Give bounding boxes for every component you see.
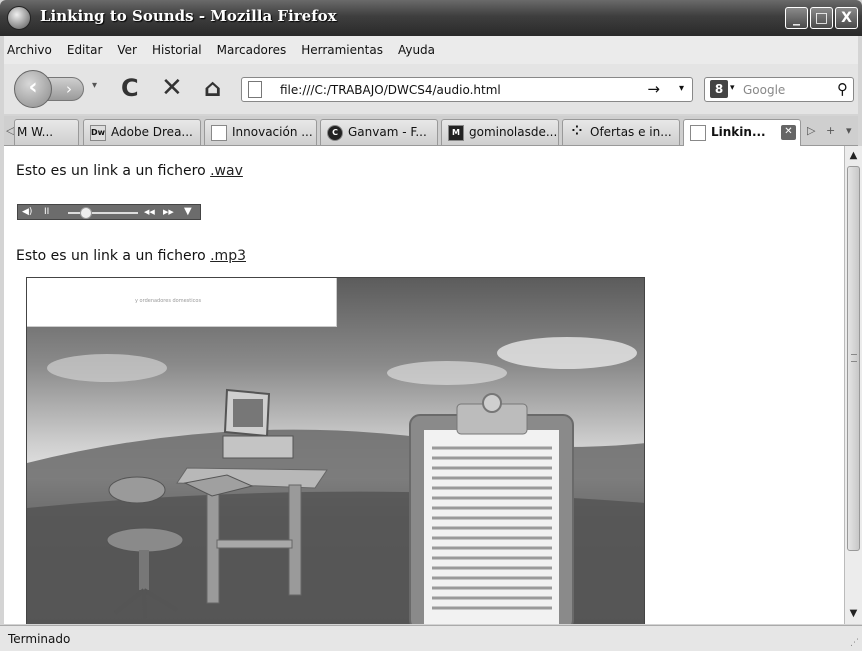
search-input[interactable]: Google: [743, 83, 785, 97]
ganvam-icon: C: [327, 124, 343, 141]
search-box[interactable]: 8 ▾ Google ⚲: [704, 77, 854, 102]
url-dropdown-icon[interactable]: ▾: [679, 83, 684, 94]
search-icon[interactable]: ⚲: [837, 80, 848, 98]
tab-5[interactable]: Mgominolasde...: [441, 119, 559, 145]
tab-active[interactable]: Linkin... ✕: [683, 119, 801, 147]
scroll-up-button[interactable]: ▲: [846, 148, 861, 164]
firefox-logo-icon: [7, 6, 31, 30]
resize-grip-icon[interactable]: ⋰: [850, 638, 859, 648]
menu-editar[interactable]: Editar: [67, 43, 103, 57]
seek-track[interactable]: [68, 212, 138, 214]
home-icon[interactable]: ⌂: [204, 75, 221, 101]
new-tab-icon[interactable]: +: [826, 124, 835, 137]
tab-close-icon[interactable]: ✕: [781, 125, 796, 140]
dreamweaver-icon: Dw: [90, 124, 106, 141]
scrollbar-thumb[interactable]: [847, 166, 860, 551]
title-bar: Linking to Sounds - Mozilla Firefox _ □ …: [0, 0, 862, 36]
back-button[interactable]: ‹: [14, 70, 52, 108]
wav-link[interactable]: .wav: [210, 163, 243, 179]
tab-list-icon[interactable]: ▾: [846, 124, 852, 137]
tab-4[interactable]: C Ganvam - F...: [320, 119, 438, 145]
maximize-button[interactable]: □: [810, 7, 833, 29]
tab-strip: ◁ M W... Dw Adobe Drea... Innovación ... …: [4, 116, 858, 147]
next-button[interactable]: ▶▶: [163, 206, 174, 218]
scrollbar-grip-icon: [851, 354, 857, 362]
search-engine-dropdown-icon[interactable]: ▾: [730, 83, 735, 93]
url-text[interactable]: file:///C:/TRABAJO/DWCS4/audio.html: [280, 83, 501, 97]
mp3-link[interactable]: .mp3: [210, 248, 246, 264]
tab-label: M W...: [17, 125, 54, 139]
tab-label: gominolasde...: [469, 125, 558, 139]
menu-ayuda[interactable]: Ayuda: [398, 43, 435, 57]
page-icon: [211, 124, 227, 141]
tab-label: Ganvam - F...: [348, 125, 427, 139]
seek-thumb[interactable]: [79, 207, 92, 219]
stop-icon[interactable]: ✕: [161, 75, 183, 101]
menu-archivo[interactable]: Archivo: [7, 43, 52, 57]
tab-2[interactable]: Dw Adobe Drea...: [83, 119, 201, 145]
tab-label: Innovación ...: [232, 125, 313, 139]
scroll-down-button[interactable]: ▼: [846, 606, 861, 622]
tab-scroll-right-icon[interactable]: ▷: [807, 124, 815, 137]
page-icon: [248, 81, 262, 98]
close-button[interactable]: X: [835, 7, 858, 29]
paragraph-text: Esto es un link a un fichero: [16, 163, 211, 179]
office-illustration: [27, 337, 644, 624]
clipboard-icon: [409, 393, 574, 624]
tab-label: Adobe Drea...: [111, 125, 193, 139]
vertical-scrollbar[interactable]: ▲ ▼: [844, 146, 862, 624]
status-bar: Terminado ⋰: [0, 625, 862, 651]
volume-icon[interactable]: ◀): [22, 206, 32, 218]
status-text: Terminado: [8, 632, 71, 646]
player-menu-icon[interactable]: ▼: [184, 206, 192, 218]
history-dropdown-icon[interactable]: ▾: [92, 80, 97, 91]
page-content: Esto es un link a un fichero .wav ◀) II …: [4, 146, 844, 624]
menu-ver[interactable]: Ver: [117, 43, 137, 57]
audio-player[interactable]: ◀) II ◀◀ ▶▶ ▼: [17, 204, 201, 220]
menu-bar: Archivo Editar Ver Historial Marcadores …: [4, 36, 858, 64]
tab-3[interactable]: Innovación ...: [204, 119, 317, 145]
office-scene-image: y ordenadores domesticos: [26, 277, 645, 624]
minimize-button[interactable]: _: [785, 7, 808, 29]
paragraph-mp3: Esto es un link a un fichero .mp3: [16, 248, 246, 264]
navigation-toolbar: › ‹ ▾ C ✕ ⌂ file:///C:/TRABAJO/DWCS4/aud…: [4, 64, 858, 114]
loading-spinner-icon: ⁘: [571, 123, 583, 139]
url-bar[interactable]: file:///C:/TRABAJO/DWCS4/audio.html → ▾: [241, 77, 693, 102]
page-icon: [690, 124, 706, 141]
previous-button[interactable]: ◀◀: [144, 206, 155, 218]
tab-1[interactable]: M W...: [14, 119, 79, 145]
tab-label: Ofertas e in...: [590, 125, 672, 139]
search-engine-icon[interactable]: 8: [710, 80, 728, 98]
gominolas-icon: M: [448, 124, 464, 141]
go-arrow-icon[interactable]: →: [647, 80, 660, 98]
reload-icon[interactable]: C: [121, 75, 139, 101]
pause-button[interactable]: II: [44, 206, 49, 218]
window-title: Linking to Sounds - Mozilla Firefox: [40, 7, 337, 25]
menu-historial[interactable]: Historial: [152, 43, 202, 57]
paragraph-wav: Esto es un link a un fichero .wav: [16, 163, 243, 179]
tab-6[interactable]: ⁘ Ofertas e in...: [562, 119, 680, 145]
menu-herramientas[interactable]: Herramientas: [301, 43, 383, 57]
paragraph-text: Esto es un link a un fichero: [16, 248, 211, 264]
tab-label: Linkin...: [711, 125, 766, 139]
menu-marcadores[interactable]: Marcadores: [217, 43, 287, 57]
back-forward-group: › ‹ ▾: [14, 70, 110, 108]
